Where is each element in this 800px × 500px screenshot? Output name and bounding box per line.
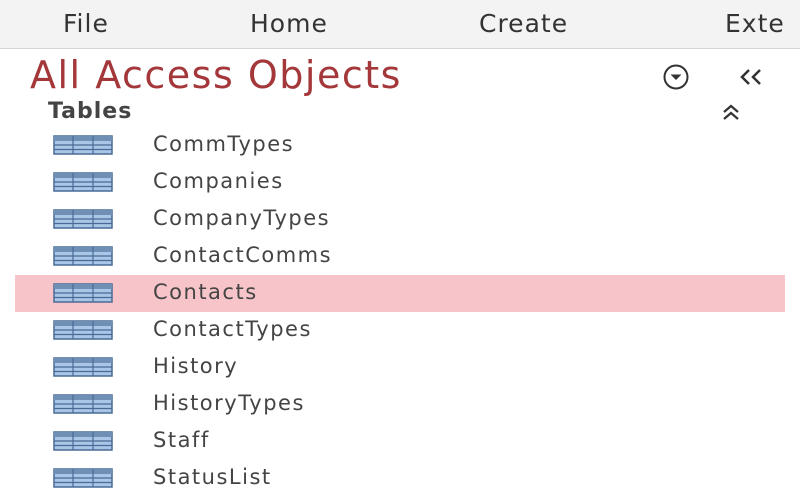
- table-item-companytypes[interactable]: CompanyTypes: [15, 201, 785, 238]
- table-name: CommTypes: [153, 132, 295, 156]
- table-name: Staff: [153, 428, 210, 452]
- table-item-contacttypes[interactable]: ContactTypes: [15, 312, 785, 349]
- table-icon: [53, 172, 113, 192]
- table-icon: [53, 246, 113, 266]
- table-name: StatusList: [153, 465, 272, 489]
- table-icon: [53, 431, 113, 451]
- table-icon: [53, 320, 113, 340]
- table-icon: [53, 394, 113, 414]
- double-chevron-up-icon: [723, 104, 739, 120]
- table-item-statuslist[interactable]: StatusList: [15, 460, 785, 497]
- tables-group-header[interactable]: Tables: [44, 97, 756, 127]
- tab-external-data[interactable]: Exte: [725, 9, 785, 38]
- tab-home[interactable]: Home: [250, 9, 328, 38]
- table-item-commtypes[interactable]: CommTypes: [15, 127, 785, 164]
- tab-file[interactable]: File: [63, 9, 109, 38]
- table-item-contacts[interactable]: Contacts: [15, 275, 785, 312]
- chevron-down-circle-icon: [663, 64, 689, 90]
- table-icon: [53, 357, 113, 377]
- table-name: ContactComms: [153, 243, 333, 267]
- table-list: CommTypes Companies CompanyTypes Contact…: [15, 127, 785, 497]
- group-label: Tables: [48, 99, 133, 124]
- nav-pane-menu-button[interactable]: [661, 62, 691, 92]
- table-item-companies[interactable]: Companies: [15, 164, 785, 201]
- table-name: History: [153, 354, 239, 378]
- table-name: HistoryTypes: [153, 391, 305, 415]
- tab-create[interactable]: Create: [479, 9, 568, 38]
- table-item-history[interactable]: History: [15, 349, 785, 386]
- table-item-staff[interactable]: Staff: [15, 423, 785, 460]
- table-icon: [53, 468, 113, 488]
- shutter-bar-close-button[interactable]: [735, 63, 771, 91]
- table-icon: [53, 135, 113, 155]
- table-name: Companies: [153, 169, 284, 193]
- table-name: CompanyTypes: [153, 206, 331, 230]
- table-icon: [53, 209, 113, 229]
- table-icon: [53, 283, 113, 303]
- table-name: Contacts: [153, 280, 258, 304]
- nav-pane-title[interactable]: All Access Objects: [30, 53, 402, 97]
- table-item-contactcomms[interactable]: ContactComms: [15, 238, 785, 275]
- ribbon-tab-bar: File Home Create Exte: [0, 0, 800, 49]
- double-chevron-left-icon: [740, 69, 761, 85]
- table-name: ContactTypes: [153, 317, 312, 341]
- table-item-historytypes[interactable]: HistoryTypes: [15, 386, 785, 423]
- group-collapse-button[interactable]: [716, 101, 746, 125]
